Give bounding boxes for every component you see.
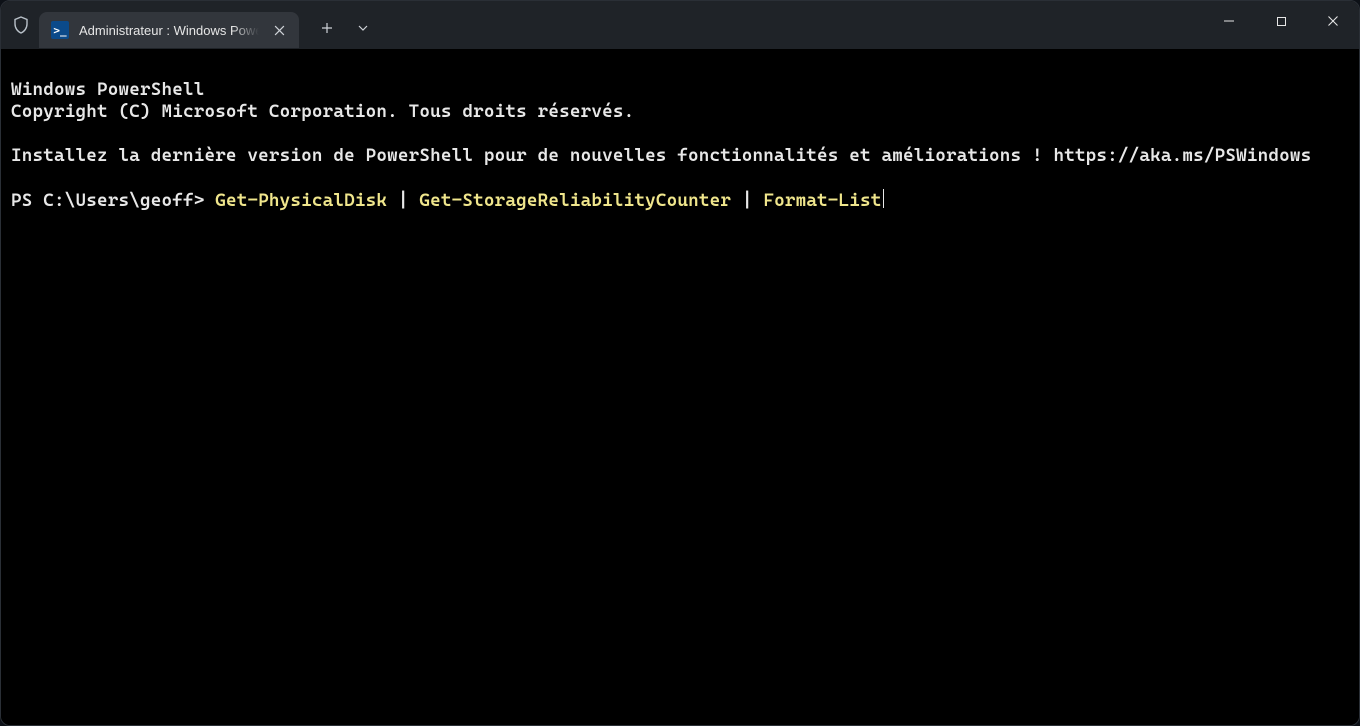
terminal-window: >_ Administrateur : Windows PowerShell [0, 0, 1360, 726]
pipe-operator: | [387, 190, 419, 211]
tab-powershell[interactable]: >_ Administrateur : Windows PowerShell [39, 12, 299, 48]
tab-actions [309, 12, 381, 44]
tab-dropdown-button[interactable] [345, 12, 381, 44]
window-close-button[interactable] [1307, 1, 1359, 41]
minimize-button[interactable] [1203, 1, 1255, 41]
prompt-text: PS C:\Users\geoff> [11, 190, 215, 211]
pipe-operator: | [731, 190, 763, 211]
tab-title: Administrateur : Windows PowerShell [79, 23, 259, 38]
command-segment: Get-StorageReliabilityCounter [419, 190, 731, 211]
command-segment: Get-PhysicalDisk [215, 190, 387, 211]
output-line: Windows PowerShell [11, 79, 204, 100]
output-line: Copyright (C) Microsoft Corporation. Tou… [11, 101, 634, 122]
text-cursor [883, 189, 884, 208]
window-controls [1203, 1, 1359, 49]
terminal-output[interactable]: Windows PowerShell Copyright (C) Microso… [1, 49, 1359, 725]
powershell-icon: >_ [51, 21, 69, 39]
command-segment: Format-List [763, 190, 881, 211]
new-tab-button[interactable] [309, 12, 345, 44]
admin-shield-icon [11, 15, 31, 35]
prompt-line: PS C:\Users\geoff> Get-PhysicalDisk | Ge… [11, 189, 1349, 212]
title-bar[interactable]: >_ Administrateur : Windows PowerShell [1, 1, 1359, 49]
output-line: Installez la dernière version de PowerSh… [11, 145, 1311, 166]
tab-close-button[interactable] [269, 20, 289, 40]
maximize-button[interactable] [1255, 1, 1307, 41]
